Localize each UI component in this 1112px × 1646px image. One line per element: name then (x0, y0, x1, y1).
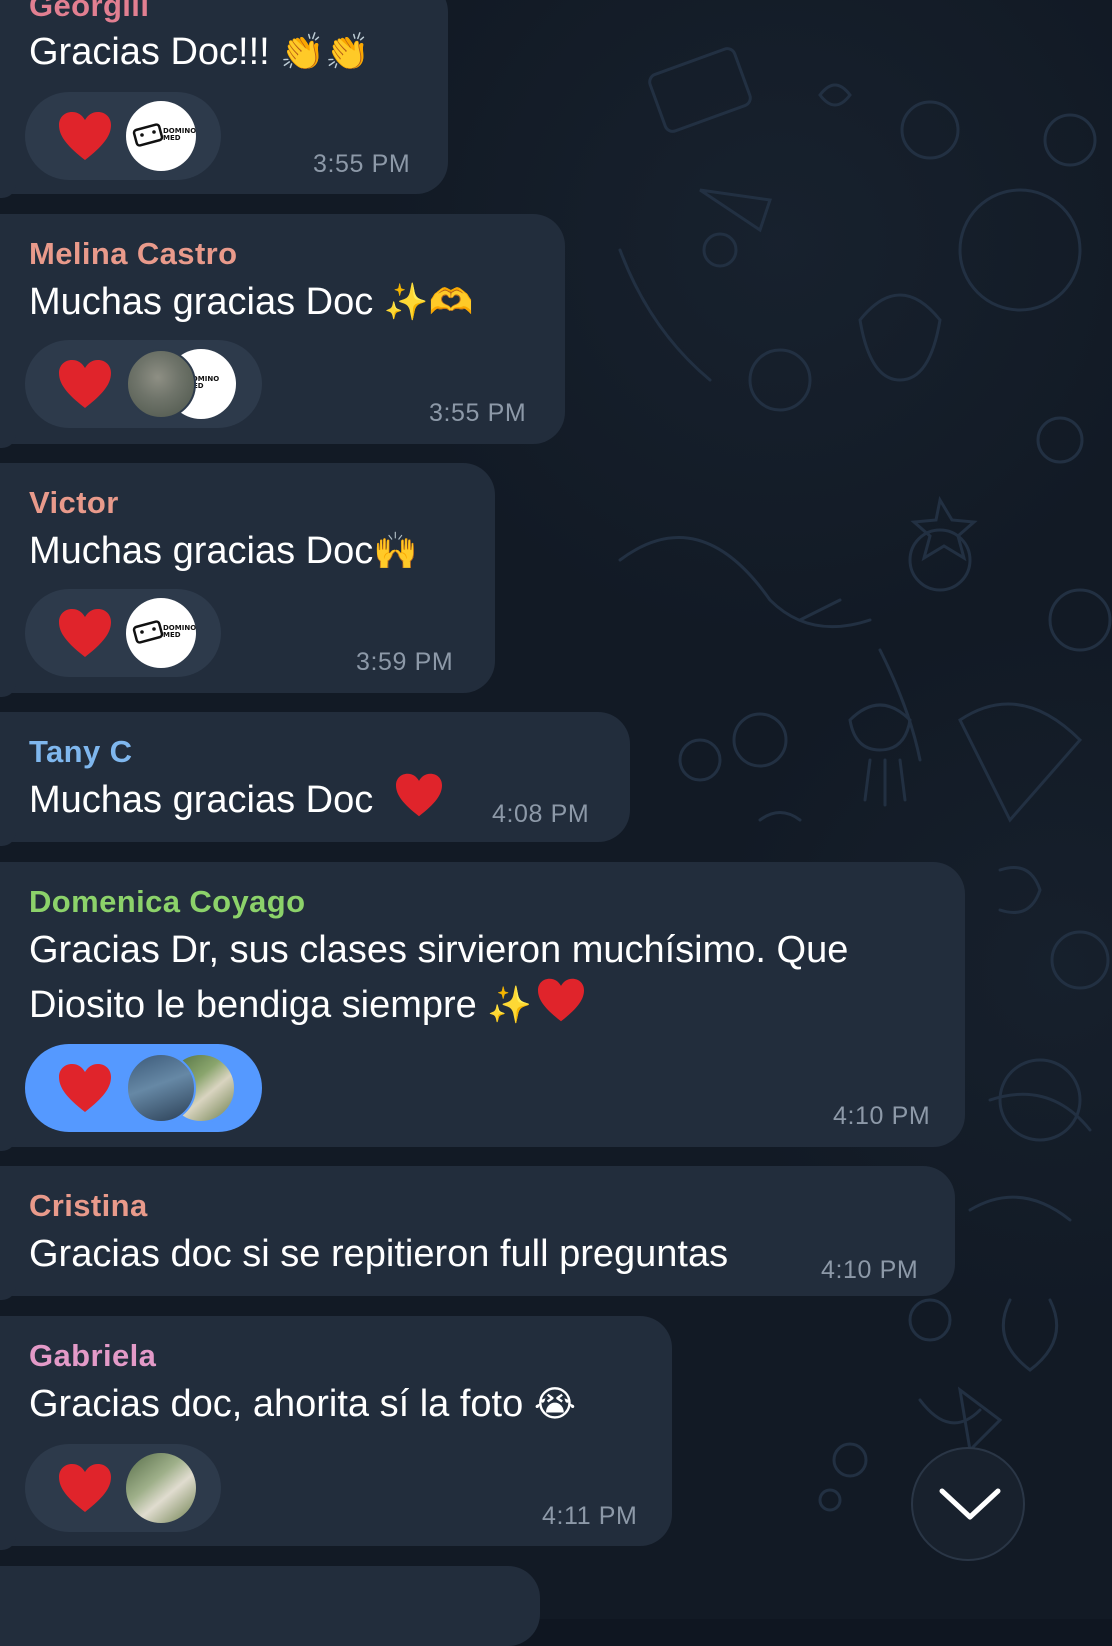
heart-icon (59, 1064, 111, 1112)
message-bubble[interactable]: Domenica Coyago Gracias Dr, sus clases s… (0, 862, 965, 1151)
message-text: Gracias Doc!!! 👏👏 (29, 31, 370, 73)
reaction-heart-selected[interactable] (25, 1044, 262, 1132)
domino-med-avatar: DOMINOMED (126, 101, 196, 171)
message-text-line: Gracias Dr, sus clases sirvieron muchísi… (29, 929, 849, 971)
message-bubble[interactable] (0, 1566, 540, 1646)
heart-icon (59, 1464, 111, 1512)
reaction-heart[interactable] (25, 1444, 221, 1532)
sparkles-emoji: ✨ (487, 985, 533, 1026)
chevron-down-icon (939, 1488, 1001, 1520)
message-sender[interactable]: Victor (29, 485, 119, 521)
message-text: Gracias doc, ahorita sí la foto 😭 (29, 1383, 576, 1425)
message-sender[interactable]: Gabriela (29, 1338, 156, 1374)
clapping-hands-emoji: 👏👏 (280, 32, 370, 73)
message-sender[interactable]: Tany C (29, 734, 132, 770)
message-text: Muchas gracias Doc (29, 772, 444, 829)
message-time: 3:55 PM (429, 399, 527, 427)
message-bubble[interactable]: Victor Muchas gracias Doc🙌 DOMINO MED 3:5… (0, 463, 495, 697)
message-text: Muchas gracias Doc🙌 (29, 530, 419, 572)
crying-face-emoji: 😭 (533, 1384, 576, 1425)
heart-emoji-icon (395, 773, 442, 817)
message-text: Gracias doc si se repitieron full pregun… (29, 1233, 729, 1275)
reaction-heart[interactable]: DOMINOMED (25, 92, 221, 180)
message-time: 3:55 PM (313, 150, 411, 178)
domino-med-avatar: DOMINOMED (126, 598, 196, 668)
reaction-heart[interactable]: DOMINOMED (25, 340, 262, 428)
reaction-heart[interactable]: DOMINOMED (25, 589, 221, 677)
message-bubble[interactable]: Melina Castro Muchas gracias Doc ✨🫶 DOMI… (0, 214, 565, 448)
message-time: 4:10 PM (821, 1256, 919, 1284)
message-text: Muchas gracias Doc ✨🫶 (29, 281, 474, 323)
message-bubble[interactable]: Cristina Gracias doc si se repitieron fu… (0, 1166, 955, 1300)
message-time: 4:11 PM (542, 1502, 638, 1530)
heart-emoji-icon (538, 978, 585, 1022)
scroll-to-bottom-button[interactable] (911, 1447, 1025, 1561)
message-sender[interactable]: Georgiii (29, 0, 149, 24)
raising-hands-emoji: 🙌 (373, 531, 419, 572)
message-time: 3:59 PM (356, 648, 454, 676)
message-time: 4:10 PM (833, 1102, 931, 1130)
heart-icon (59, 360, 111, 408)
message-sender[interactable]: Melina Castro (29, 236, 237, 272)
user-avatar (126, 1453, 196, 1523)
message-sender[interactable]: Cristina (29, 1188, 148, 1224)
sparkles-heart-hands-emoji: ✨🫶 (383, 282, 474, 323)
message-text-line: Diosito le bendiga siempre ✨ (29, 977, 586, 1034)
heart-icon (59, 609, 111, 657)
user-avatar (126, 349, 196, 419)
message-time: 4:08 PM (492, 800, 590, 828)
message-sender[interactable]: Domenica Coyago (29, 884, 305, 920)
heart-icon (59, 112, 111, 160)
message-bubble[interactable]: Gabriela Gracias doc, ahorita sí la foto… (0, 1316, 672, 1550)
user-avatar (126, 1053, 196, 1123)
message-bubble[interactable]: Georgiii Gracias Doc!!! 👏👏 DOMINO MED 3:5… (0, 0, 448, 198)
message-bubble[interactable]: Tany C Muchas gracias Doc 4:08 PM (0, 712, 630, 846)
